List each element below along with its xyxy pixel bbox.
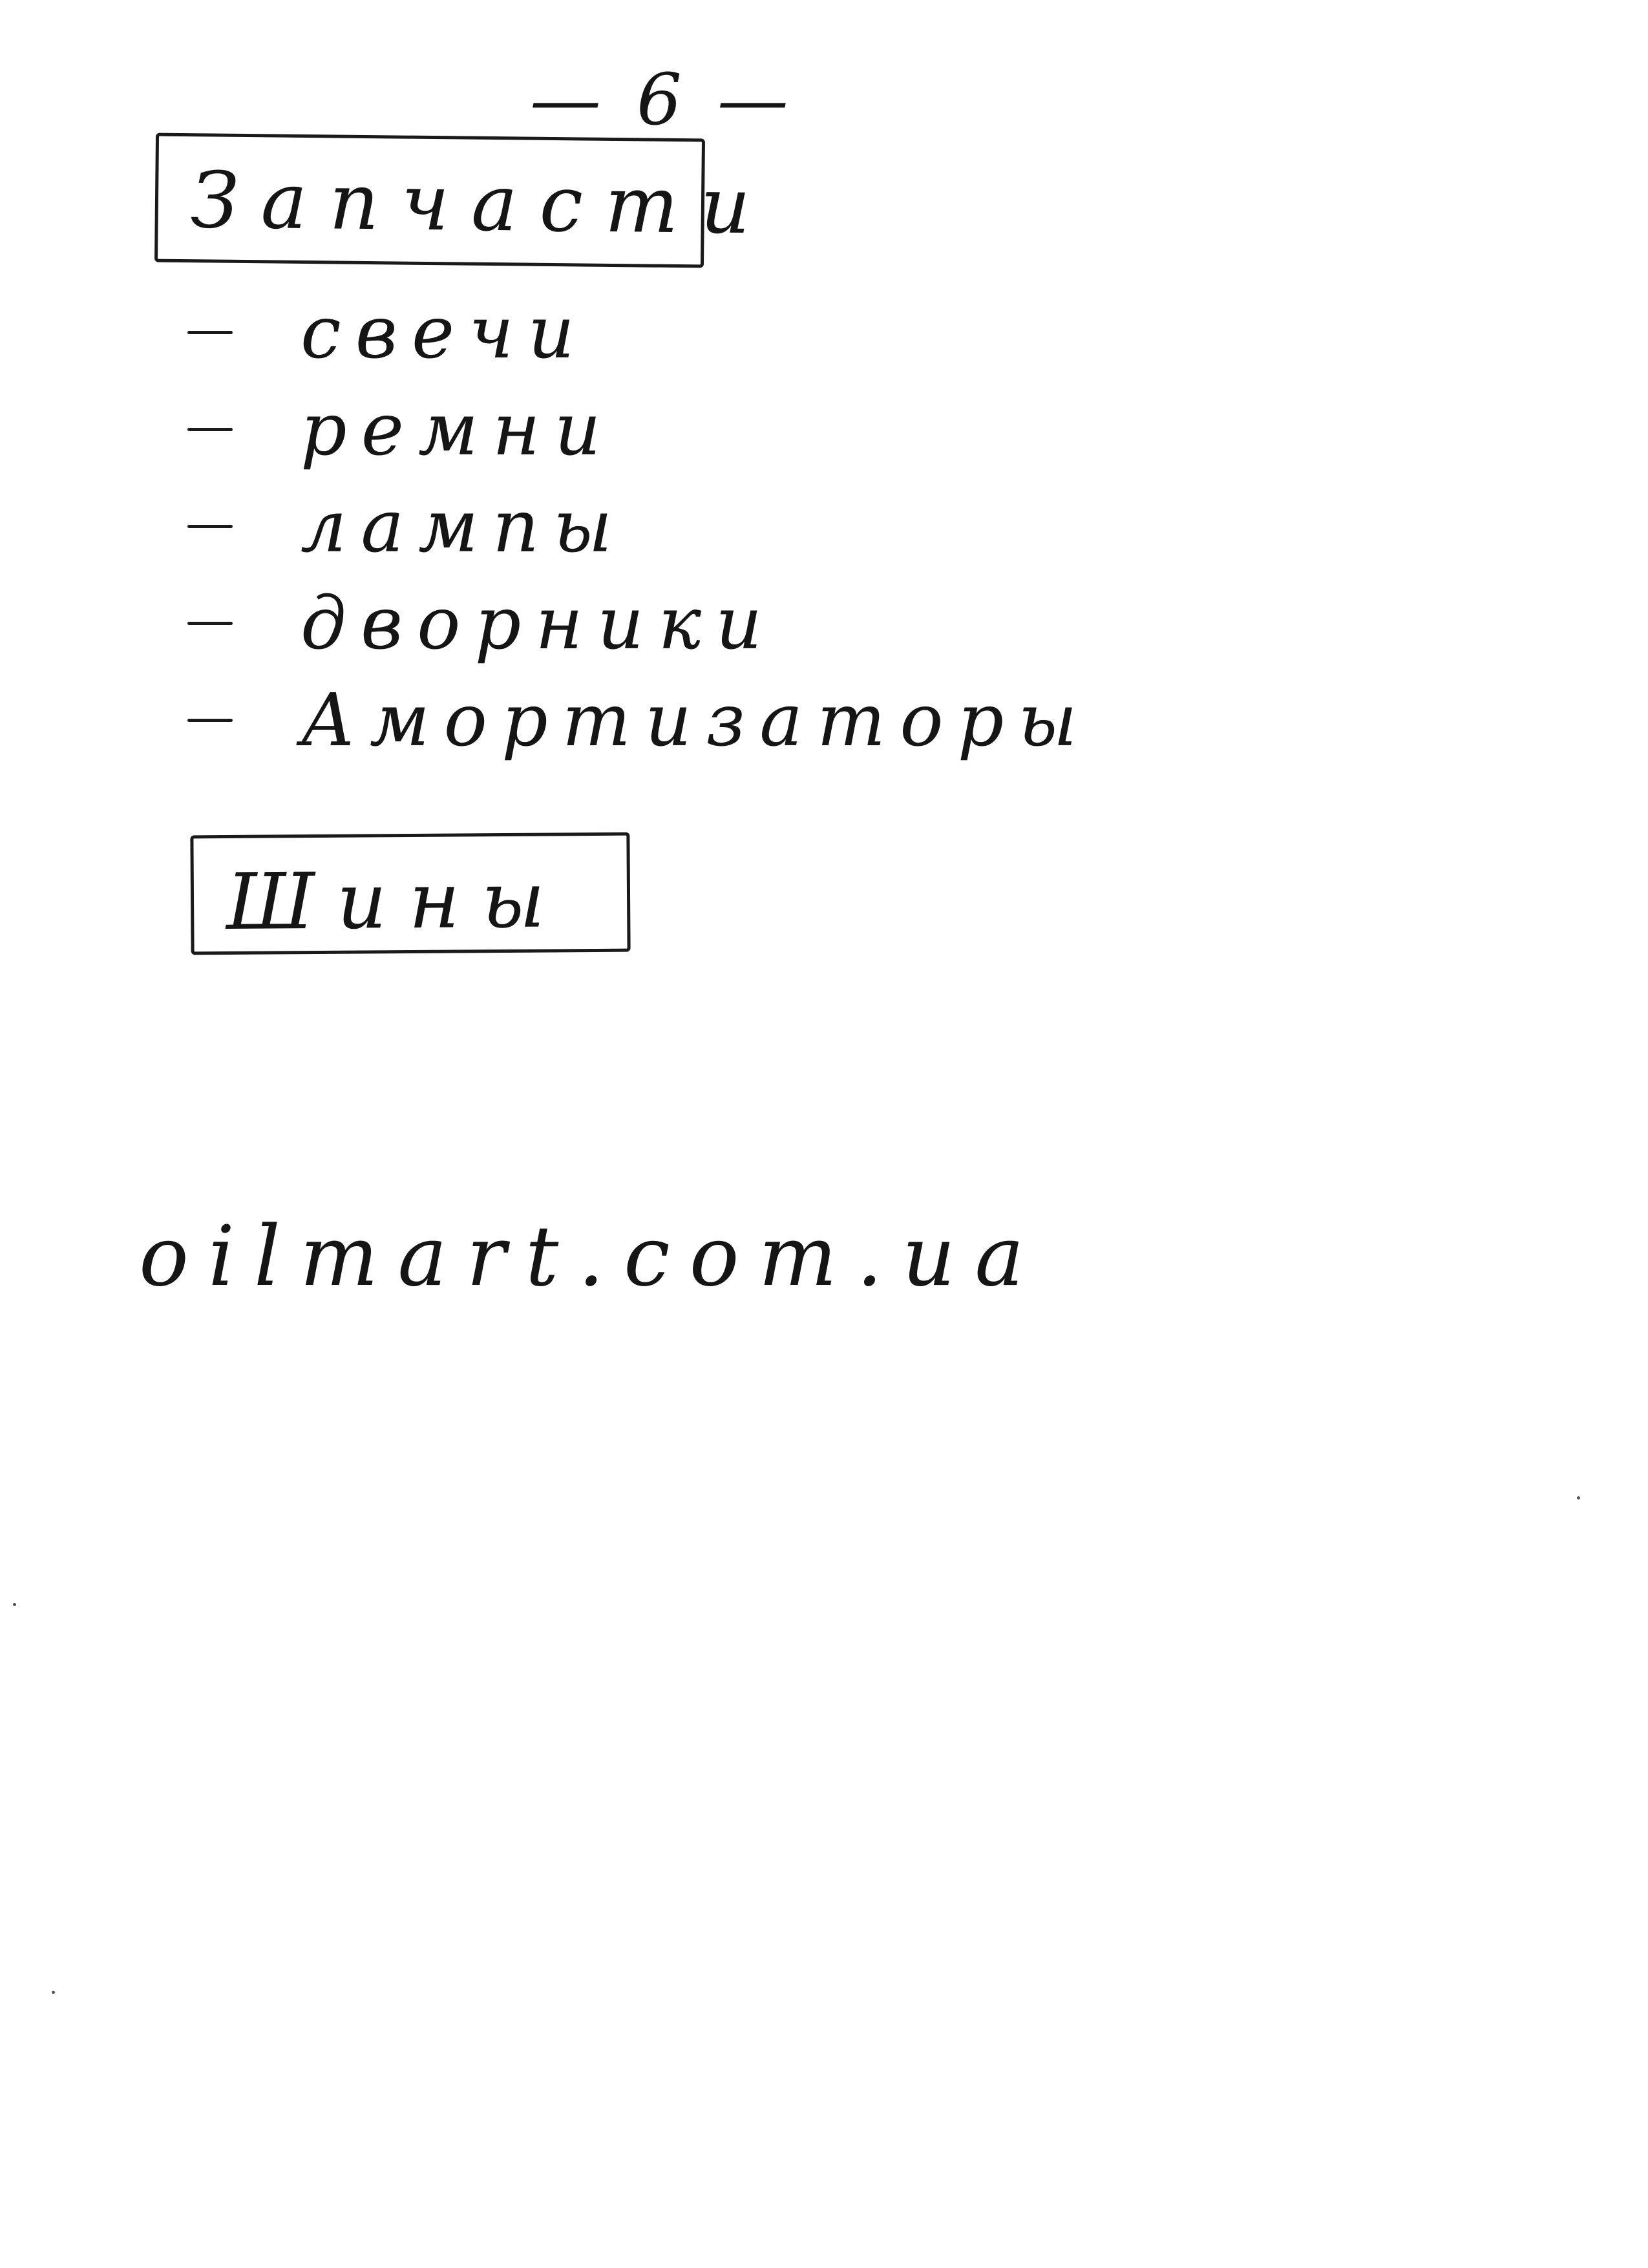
website-text: oilmart.com.ua: [139, 1209, 1044, 1305]
dash-bullet: [187, 331, 233, 334]
dash-bullet: [187, 525, 233, 528]
dash-bullet: [187, 719, 233, 722]
list-item-text: дворники: [301, 582, 777, 666]
handwritten-page: — 6 — Запчасти свечи ремни лампы дворник…: [0, 0, 1648, 2268]
dash-bullet: [187, 622, 233, 625]
section-spares-box: Запчасти: [154, 132, 773, 268]
page-number: — 6 —: [530, 58, 795, 141]
dash-bullet: [187, 428, 233, 431]
list-item-text: свечи: [301, 291, 589, 375]
scan-speck: [1577, 1496, 1580, 1500]
section-spares-title: Запчасти: [190, 156, 773, 252]
scan-speck: [52, 1991, 55, 1994]
list-item-text: ремни: [301, 388, 615, 472]
section-tires-title: Шины: [226, 855, 567, 948]
list-item-text: лампы: [301, 485, 627, 569]
section-tires-box: Шины: [190, 832, 631, 955]
list-item-text: Амортизаторы: [301, 679, 1092, 763]
scan-speck: [13, 1603, 16, 1606]
